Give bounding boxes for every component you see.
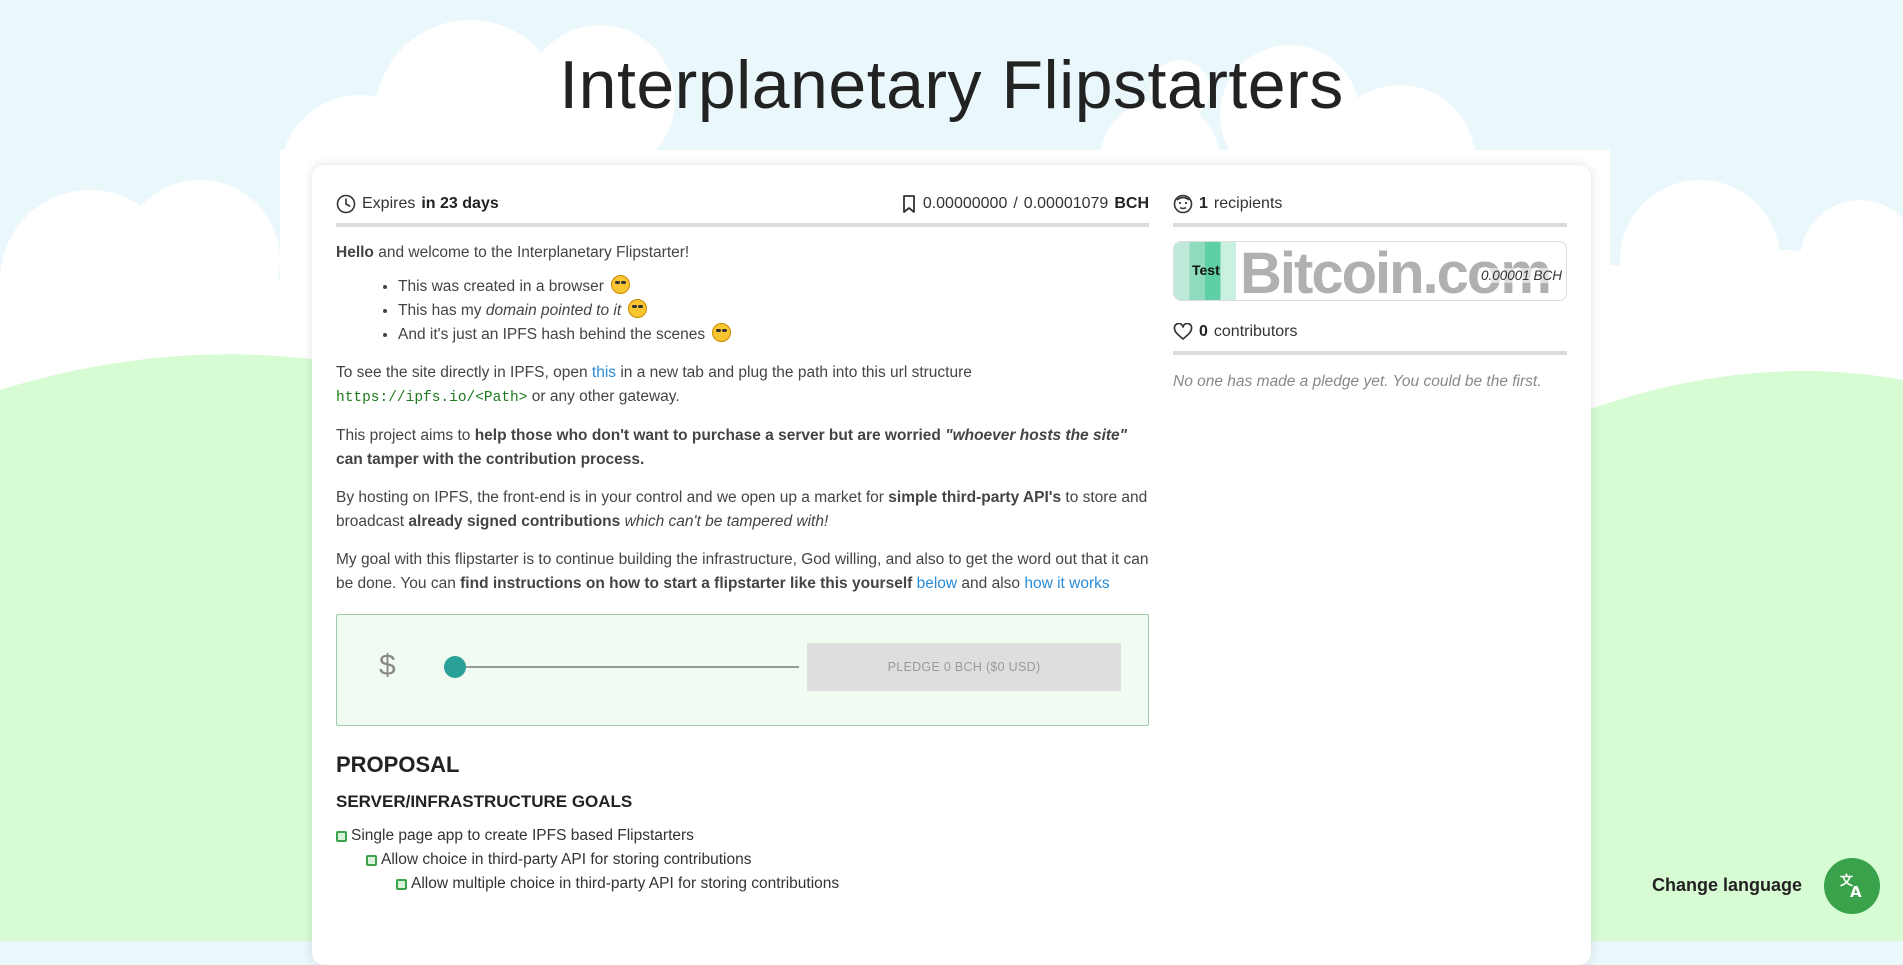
ipfs-text: To see the site directly in IPFS, open [336,364,588,381]
heart-icon [1173,323,1193,341]
bookmark-icon [901,194,917,214]
goal-amount: 0.00001079 [1023,195,1109,212]
goal-paragraph: My goal with this flipstarter is to cont… [336,548,1149,596]
checklist-item: Allow choice in third-party API for stor… [336,848,1149,872]
ipfs-url-code: https://ipfs.io/<Path> [336,390,528,406]
campaign-sidebar: 1 recipients Bitcoin.com Test 0.00001 BC… [1173,191,1567,391]
checkbox[interactable] [396,878,407,890]
how-it-works-link[interactable]: how it works [1024,575,1109,592]
list-item: This has my domain pointed to it [398,299,1149,323]
sunglasses-emoji-icon [611,275,631,294]
page-title: Interplanetary Flipstarters [559,47,1344,123]
campaign-card: Expires in 23 days 0.00000000 / 0.000010… [312,165,1591,965]
recipients-count: 1 [1199,195,1208,212]
recipients-header: 1 recipients [1173,191,1567,227]
currency-label: BCH [1114,195,1149,212]
host-text: By hosting on IPFS, the front-end is in … [336,489,884,506]
aim-text: This project aims to [336,427,471,444]
campaign-main: Expires in 23 days 0.00000000 / 0.000010… [336,191,1149,896]
raised-amount: 0.00000000 [922,195,1008,212]
pledge-panel: $ PLEDGE 0 BCH ($0 USD) [336,614,1149,726]
list-item-text: And it's just an IPFS hash behind the sc… [398,326,706,343]
list-item: And it's just an IPFS hash behind the sc… [398,323,1149,347]
ipfs-this-link[interactable]: this [592,364,616,381]
ipfs-text-3: or any other gateway. [531,388,680,405]
checklist-item-label: Single page app to create IPFS based Fli… [351,827,694,844]
change-language-label: Change language [1652,875,1803,895]
goal-text-2: and also [961,575,1021,592]
host-bold: simple third-party API's [888,489,1062,506]
translate-icon: 文 A [1837,870,1867,903]
below-link[interactable]: below [917,575,958,592]
checklist-item-label: Allow choice in third-party API for stor… [381,851,752,868]
list-item-text: This was created in a browser [398,278,604,295]
feature-list: This was created in a browser This has m… [336,275,1149,347]
exploding-head-emoji-icon [712,323,732,342]
hosting-paragraph: By hosting on IPFS, the front-end is in … [336,486,1149,534]
no-pledges-message: No one has made a pledge yet. You could … [1173,373,1542,390]
goal-bold: find instructions on how to start a flip… [460,575,913,592]
star-struck-emoji-icon [628,299,648,318]
expires-label: Expires [362,195,416,212]
checkbox[interactable] [336,830,347,842]
pledge-button[interactable]: PLEDGE 0 BCH ($0 USD) [807,643,1121,691]
campaign-stats: Expires in 23 days 0.00000000 / 0.000010… [336,191,1149,227]
greeting-text: and welcome to the Interplanetary Flipst… [378,244,690,261]
recipient-amount: 0.00001 BCH [1478,268,1564,283]
recipients-label: recipients [1213,195,1283,212]
change-language-button[interactable]: 文 A [1824,858,1880,914]
recipient-card[interactable]: Bitcoin.com Test 0.00001 BCH [1173,241,1567,301]
aim-bold-2: can tamper with the contribution process… [336,451,645,468]
goals-heading: SERVER/INFRASTRUCTURE GOALS [336,792,633,811]
pledge-slider-track[interactable] [455,666,799,668]
list-item-text: This has my [398,302,482,319]
checkbox[interactable] [366,854,377,866]
pledge-slider-handle[interactable] [444,656,466,678]
contributors-count: 0 [1199,323,1208,340]
expires-value: in 23 days [421,195,499,212]
list-item-italic: domain pointed to it [485,302,622,319]
recipient-name: Test [1192,262,1220,278]
host-bold-2: already signed contributions [408,513,621,530]
aim-quote: "whoever hosts the site" [945,427,1128,444]
host-italic: which can't be tampered with! [624,513,829,530]
svg-text:A: A [1850,883,1862,900]
aim-paragraph: This project aims to help those who don'… [336,424,1149,472]
contributors-stat: 0 contributors [1173,323,1298,341]
recipients-stat: 1 recipients [1173,194,1282,214]
proposal-heading: PROPOSAL [336,752,460,777]
aim-bold: help those who don't want to purchase a … [474,427,941,444]
campaign-description: Hello and welcome to the Interplanetary … [336,241,1149,596]
contributors-label: contributors [1213,323,1298,340]
dollar-icon: $ [379,649,396,682]
clock-icon [336,194,356,214]
goals-checklist: Single page app to create IPFS based Fli… [336,824,1149,896]
amount-separator: / [1013,195,1018,212]
ipfs-paragraph: To see the site directly in IPFS, open t… [336,361,1149,410]
expiry-stat: Expires in 23 days [336,194,499,214]
checklist-item: Allow multiple choice in third-party API… [336,872,1149,896]
greeting-bold: Hello [336,244,374,261]
funding-stat: 0.00000000 / 0.00001079 BCH [901,194,1149,214]
list-item: This was created in a browser [398,275,1149,299]
face-icon [1173,194,1193,214]
contributors-header: 0 contributors [1173,319,1567,355]
greeting-paragraph: Hello and welcome to the Interplanetary … [336,241,1149,265]
checklist-item: Single page app to create IPFS based Fli… [336,824,1149,848]
checklist-item-label: Allow multiple choice in third-party API… [411,875,840,892]
ipfs-text-2: in a new tab and plug the path into this… [620,364,972,381]
